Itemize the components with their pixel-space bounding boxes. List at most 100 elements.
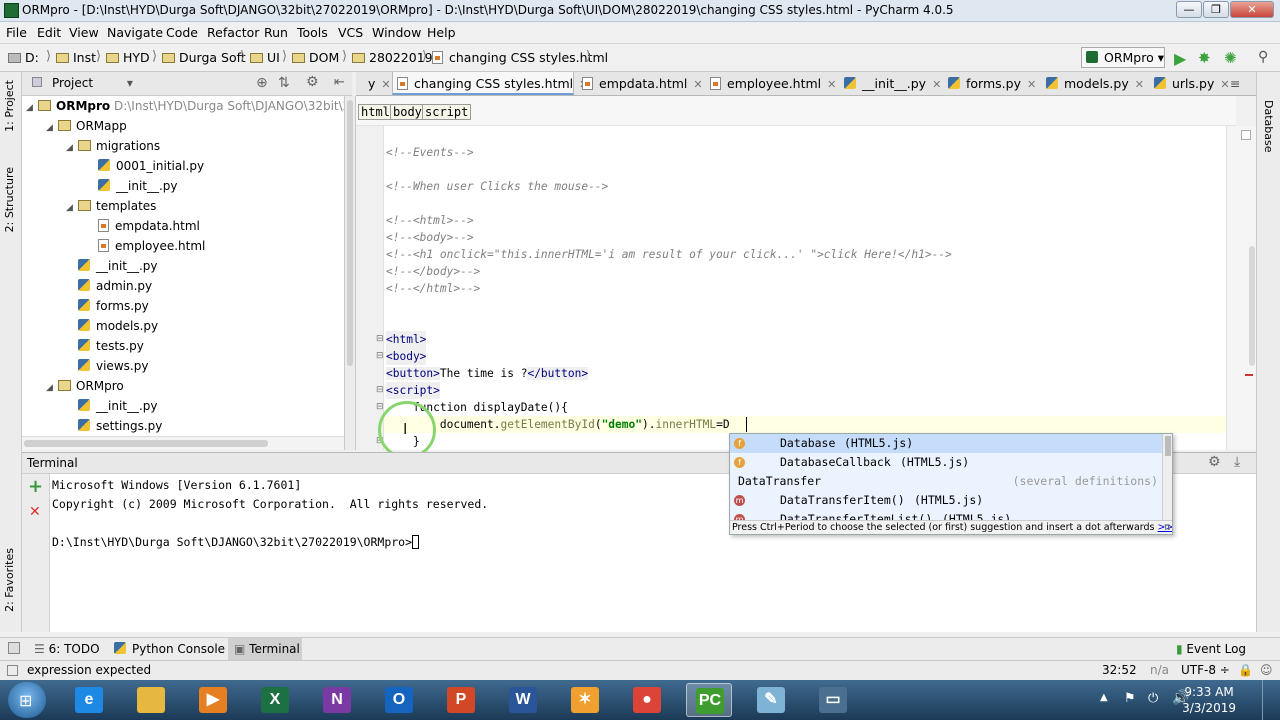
favorites-tool-tab[interactable]: 2: Favorites	[3, 548, 16, 612]
tree-root[interactable]: ◢ ORMpro D:\Inst\HYD\Durga Soft\DJANGO\32…	[26, 96, 344, 116]
fold-icon[interactable]: ⊟	[376, 402, 384, 412]
line-separator[interactable]: n/a	[1150, 663, 1169, 677]
tab-empdata[interactable]: empdata.html ✕	[578, 72, 703, 95]
close-icon[interactable]: ✕	[1135, 78, 1144, 91]
tree-item[interactable]: forms.py	[66, 296, 149, 316]
tray-expand-icon[interactable]: ▲	[1100, 692, 1108, 703]
tree-item[interactable]: models.py	[66, 316, 158, 336]
chevron-down-icon[interactable]: ◢	[46, 118, 58, 138]
taskbar-app[interactable]: ▭	[810, 683, 856, 717]
collapse-icon[interactable]: ⇅	[278, 75, 290, 91]
autocomplete-item[interactable]: m DataTransferItem() (HTML5.js)	[730, 491, 1162, 510]
tree-item[interactable]: 0001_initial.py	[86, 156, 204, 176]
tab-partial[interactable]: y ✕	[364, 72, 391, 95]
minimize-button[interactable]: —	[1176, 1, 1202, 18]
scroll-thumb[interactable]	[1165, 436, 1171, 456]
tab-employee[interactable]: employee.html ✕	[706, 72, 836, 95]
menu-code[interactable]: Code	[166, 25, 198, 40]
scroll-thumb[interactable]	[24, 440, 268, 447]
status-toggle-icon[interactable]	[7, 665, 18, 676]
tree-item[interactable]: ◢ templates	[66, 196, 156, 216]
fold-icon[interactable]: ⊟	[376, 385, 384, 395]
project-tool-tab[interactable]: 1: Project	[3, 80, 16, 132]
menu-tools[interactable]: Tools	[297, 25, 328, 40]
taskbar-app[interactable]: W	[500, 683, 546, 717]
run-icon[interactable]: ▶	[1174, 49, 1186, 68]
menu-run[interactable]: Run	[264, 25, 288, 40]
lock-icon[interactable]: 🔒	[1238, 663, 1253, 677]
close-icon[interactable]: ✕	[693, 78, 702, 91]
pi-icon[interactable]: π	[1164, 521, 1170, 534]
menu-edit[interactable]: Edit	[37, 25, 61, 40]
crumb-durga-soft[interactable]: Durga Soft	[162, 50, 246, 65]
tree-item[interactable]: ◢ ORMpro	[46, 376, 124, 396]
scroll-thumb[interactable]	[1249, 246, 1255, 366]
taskbar-app[interactable]: P	[438, 683, 484, 717]
crumb-drive[interactable]: D:	[8, 50, 39, 65]
fold-icon[interactable]: ⊟	[376, 351, 384, 361]
chevron-down-icon[interactable]: ◢	[66, 198, 78, 218]
caret-position[interactable]: 32:52	[1102, 663, 1137, 677]
close-button[interactable]: ✕	[1230, 1, 1274, 18]
tree-item[interactable]: admin.py	[66, 276, 152, 296]
taskbar-app[interactable]: ✎	[748, 683, 794, 717]
add-session-icon[interactable]: +	[28, 476, 43, 497]
tree-item[interactable]: __init__.py	[86, 176, 178, 196]
database-tool-tab[interactable]: Database	[1262, 100, 1275, 153]
debug-icon[interactable]: ✸	[1198, 49, 1211, 67]
coverage-icon[interactable]: ✺	[1224, 49, 1237, 67]
show-desktop-button[interactable]	[1262, 680, 1280, 720]
autocomplete-item[interactable]: DataTransfer (several definitions)	[730, 472, 1162, 491]
tray-power-icon[interactable]: ⏻	[1148, 691, 1158, 706]
close-icon[interactable]: ✕	[381, 78, 390, 91]
editor-scrollbar[interactable]	[1226, 126, 1256, 450]
tree-item[interactable]: ◢ migrations	[66, 136, 160, 156]
gear-icon[interactable]: ⚙	[1208, 454, 1221, 470]
structure-tool-tab[interactable]: 2: Structure	[3, 167, 16, 232]
crumb-28022019[interactable]: 28022019	[352, 50, 433, 65]
tag-crumb-html[interactable]: html	[358, 104, 393, 120]
tag-crumb-script[interactable]: script	[422, 104, 472, 120]
tab-todo[interactable]: ☰ 6: TODO	[30, 638, 104, 660]
tag-crumb-body[interactable]: body	[390, 104, 425, 120]
menu-file[interactable]: File	[6, 25, 27, 40]
taskbar-app[interactable]: PC	[686, 683, 732, 717]
tab-python-console[interactable]: Python Console	[110, 638, 229, 660]
maximize-button[interactable]: ❐	[1203, 1, 1229, 18]
tree-item[interactable]: empdata.html	[86, 216, 200, 236]
hide-panel-icon[interactable]: ⤓	[1234, 454, 1240, 470]
crumb-ui[interactable]: UI	[250, 50, 280, 65]
tree-item[interactable]: ◢ ORMapp	[46, 116, 127, 136]
crumb-hyd[interactable]: HYD	[106, 50, 150, 65]
error-marker[interactable]	[1245, 374, 1253, 376]
close-icon[interactable]: ✕	[932, 78, 941, 91]
hide-panel-icon[interactable]: ⇤	[334, 75, 345, 90]
inspector-icon[interactable]: ☺	[1260, 663, 1273, 677]
popup-scrollbar[interactable]	[1162, 434, 1172, 520]
autocomplete-item[interactable]: f Database (HTML5.js)	[730, 434, 1162, 453]
close-icon[interactable]: ✕	[827, 78, 836, 91]
tab-changing-css-styles[interactable]: changing CSS styles.html✕	[392, 72, 588, 95]
menu-help[interactable]: Help	[427, 25, 456, 40]
menu-vcs[interactable]: VCS	[338, 25, 363, 40]
menu-refactor[interactable]: Refactor	[207, 25, 259, 40]
crumb-file[interactable]: changing CSS styles.html	[432, 50, 608, 65]
taskbar-app[interactable]: ●	[624, 683, 670, 717]
crumb-inst[interactable]: Inst	[56, 50, 96, 65]
tree-item[interactable]: __init__.py	[66, 256, 158, 276]
close-session-icon[interactable]: ✕	[29, 504, 41, 520]
fold-icon[interactable]: ⊟	[376, 334, 384, 344]
start-button[interactable]: ⊞	[8, 682, 46, 718]
project-view-select[interactable]: Project ▾	[52, 76, 133, 90]
close-icon[interactable]: ✕	[1027, 78, 1036, 91]
menu-navigate[interactable]: Navigate	[107, 25, 163, 40]
event-log-button[interactable]: ▮ Event Log	[1176, 638, 1246, 660]
menu-view[interactable]: View	[69, 25, 99, 40]
tree-item[interactable]: settings.py	[66, 416, 162, 436]
file-encoding[interactable]: UTF-8 ÷	[1181, 663, 1230, 677]
chevron-down-icon[interactable]: ◢	[46, 378, 58, 398]
tray-flag-icon[interactable]: ⚑	[1124, 691, 1136, 706]
tab-terminal[interactable]: ▣ Terminal	[228, 638, 302, 660]
run-config-select[interactable]: ORMpro ▾	[1081, 47, 1165, 68]
taskbar-clock[interactable]: 9:33 AM 3/3/2019	[1182, 684, 1236, 716]
